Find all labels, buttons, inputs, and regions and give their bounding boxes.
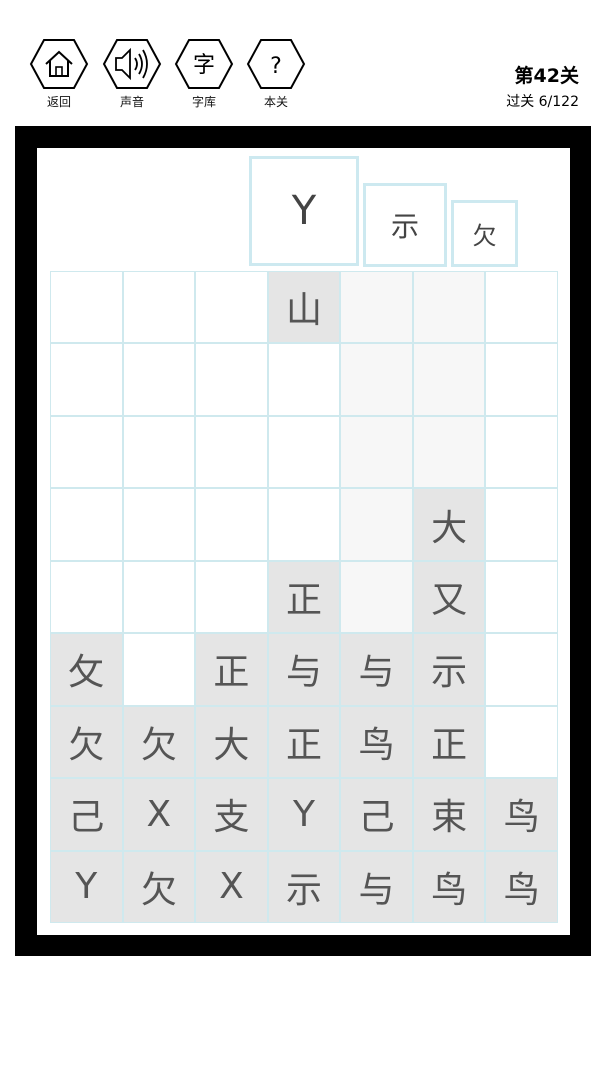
grid-cell-filled[interactable]: 鸟: [485, 850, 558, 923]
grid-cell-filled[interactable]: 示: [267, 850, 341, 923]
candidate-tile-current[interactable]: Y: [249, 156, 359, 266]
grid-cell-empty[interactable]: [50, 415, 123, 489]
level-progress: 过关 6/122: [506, 94, 579, 110]
grid-cell-filled[interactable]: 大: [412, 488, 486, 561]
home-button[interactable]: 返回: [29, 38, 89, 110]
grid-cell-filled[interactable]: 欠: [122, 850, 196, 923]
grid-cell-empty[interactable]: [267, 415, 341, 489]
candidate-tile-queued: 欠: [451, 200, 518, 267]
grid-cell-empty[interactable]: [122, 343, 196, 416]
grid-cell-filled[interactable]: 示: [412, 633, 486, 706]
level-help-glyph: ?: [270, 54, 282, 79]
grid-cell-empty[interactable]: [195, 415, 268, 489]
grid-cell-filled[interactable]: 束: [412, 778, 486, 851]
grid-cell-empty[interactable]: [340, 271, 413, 344]
grid-cell-empty[interactable]: [340, 488, 413, 561]
dictionary-label: 字库: [191, 95, 216, 109]
dictionary-button[interactable]: 字 字库: [174, 38, 234, 110]
candidate-tile-next: 示: [363, 183, 447, 267]
grid-cell-filled[interactable]: Y: [50, 850, 123, 923]
grid-cell-filled[interactable]: 攵: [50, 633, 123, 706]
grid-cell-filled[interactable]: 欠: [50, 705, 123, 779]
grid-cell-filled[interactable]: 支: [195, 778, 268, 851]
grid-cell-empty[interactable]: [122, 488, 196, 561]
grid-cell-empty[interactable]: [50, 560, 123, 634]
grid-cell-empty[interactable]: [485, 488, 558, 561]
grid-cell-empty[interactable]: [267, 488, 341, 561]
grid-cell-empty[interactable]: [195, 560, 268, 634]
grid-cell-empty[interactable]: [412, 343, 486, 416]
grid-cell-empty[interactable]: [195, 271, 268, 344]
grid-cell-filled[interactable]: 正: [195, 633, 268, 706]
grid-cell-filled[interactable]: 鸟: [340, 705, 413, 779]
grid-cell-empty[interactable]: [267, 343, 341, 416]
sound-label: 声音: [119, 95, 144, 109]
question-icon: ?: [246, 39, 306, 89]
grid-cell-filled[interactable]: 山: [267, 271, 341, 344]
grid-cell-filled[interactable]: 大: [195, 705, 268, 779]
grid-cell-filled[interactable]: 正: [412, 705, 486, 779]
dictionary-glyph: 字: [193, 53, 215, 78]
grid-cell-filled[interactable]: 又: [412, 560, 486, 634]
grid-cell-filled[interactable]: 与: [340, 850, 413, 923]
grid-cell-filled[interactable]: Y: [267, 778, 341, 851]
grid-cell-empty[interactable]: [485, 705, 558, 779]
dictionary-icon: 字: [174, 39, 234, 89]
sound-button[interactable]: 声音: [102, 38, 162, 110]
grid-cell-empty[interactable]: [50, 488, 123, 561]
grid-cell-empty[interactable]: [195, 488, 268, 561]
level-help-button[interactable]: ? 本关: [246, 38, 306, 110]
grid-cell-empty[interactable]: [50, 343, 123, 416]
home-label: 返回: [46, 95, 71, 109]
grid-cell-filled[interactable]: 己: [50, 778, 123, 851]
grid-cell-filled[interactable]: 欠: [122, 705, 196, 779]
grid-cell-filled[interactable]: X: [195, 850, 268, 923]
grid-cell-empty[interactable]: [485, 415, 558, 489]
puzzle-grid[interactable]: 山大正又攵正与与示欠欠大正鸟正己X支Y己束鸟Y欠X示与鸟鸟: [50, 271, 558, 923]
grid-cell-empty[interactable]: [412, 415, 486, 489]
grid-cell-filled[interactable]: 与: [267, 633, 341, 706]
home-icon: [29, 39, 89, 89]
grid-cell-empty[interactable]: [122, 633, 196, 706]
level-help-label: 本关: [263, 95, 288, 109]
grid-cell-filled[interactable]: 正: [267, 705, 341, 779]
grid-cell-empty[interactable]: [122, 271, 196, 344]
grid-cell-empty[interactable]: [50, 271, 123, 344]
level-title: 第42关: [514, 65, 579, 87]
grid-cell-filled[interactable]: 鸟: [485, 778, 558, 851]
grid-cell-empty[interactable]: [122, 415, 196, 489]
grid-cell-empty[interactable]: [122, 560, 196, 634]
grid-cell-empty[interactable]: [485, 560, 558, 634]
grid-cell-filled[interactable]: X: [122, 778, 196, 851]
grid-cell-filled[interactable]: 与: [340, 633, 413, 706]
speaker-icon: [102, 39, 162, 89]
grid-cell-empty[interactable]: [485, 633, 558, 706]
grid-cell-empty[interactable]: [412, 271, 486, 344]
grid-cell-filled[interactable]: 己: [340, 778, 413, 851]
grid-cell-filled[interactable]: 鸟: [412, 850, 486, 923]
level-info: 第42关 过关 6/122: [506, 64, 579, 112]
grid-cell-empty[interactable]: [485, 343, 558, 416]
grid-cell-empty[interactable]: [485, 271, 558, 344]
grid-cell-filled[interactable]: 正: [267, 560, 341, 634]
grid-cell-empty[interactable]: [195, 343, 268, 416]
grid-cell-empty[interactable]: [340, 560, 413, 634]
grid-cell-empty[interactable]: [340, 415, 413, 489]
grid-cell-empty[interactable]: [340, 343, 413, 416]
